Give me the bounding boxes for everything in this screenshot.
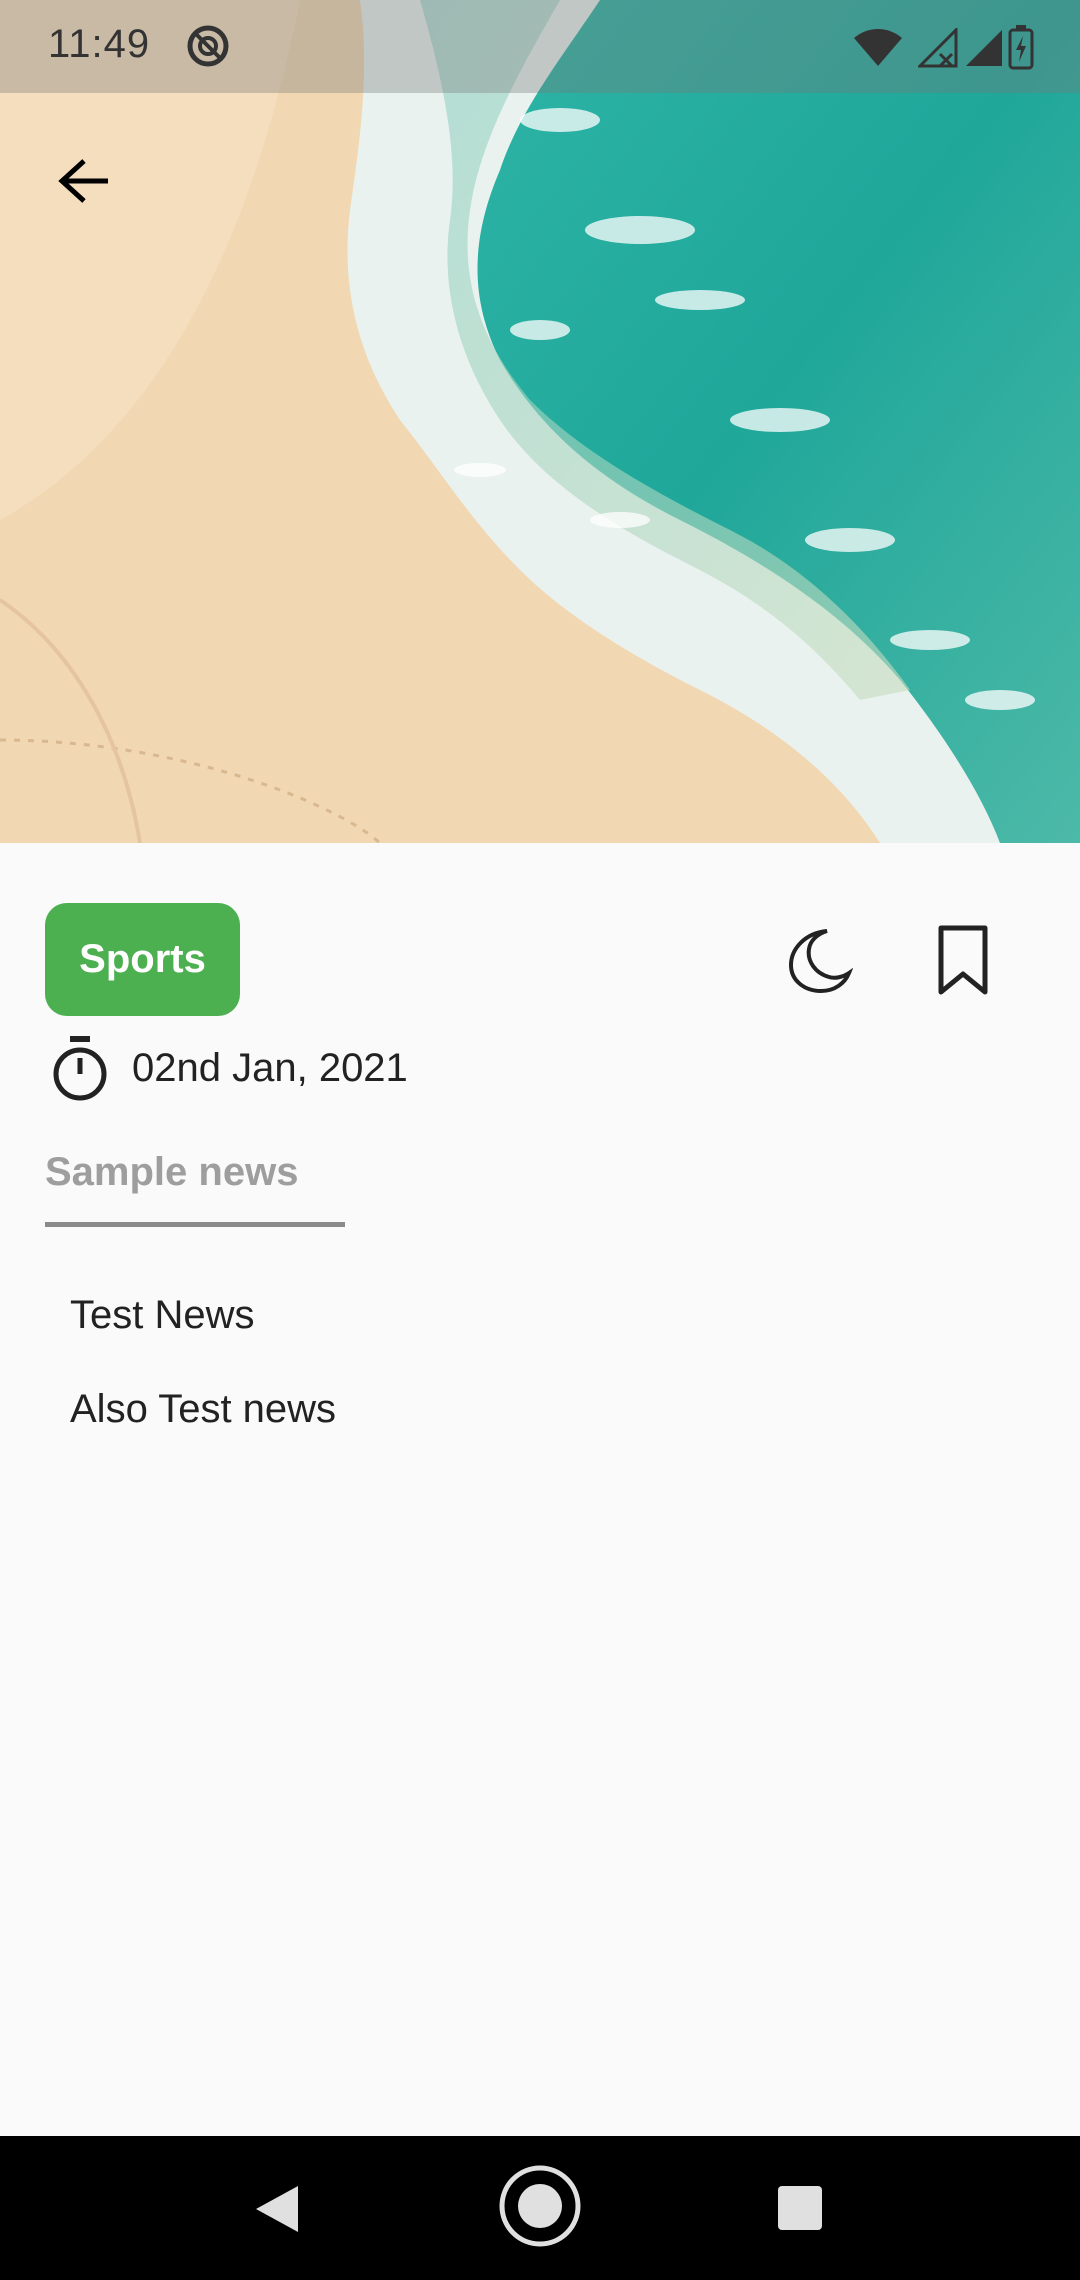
back-button[interactable]: [40, 136, 130, 226]
arrow-back-icon: [58, 159, 108, 203]
back-triangle-icon: [256, 2186, 298, 2232]
category-chip[interactable]: Sports: [45, 903, 240, 1016]
signal-icon: [964, 28, 1004, 73]
nav-back-button[interactable]: [250, 2182, 304, 2241]
stopwatch-icon: [53, 1036, 107, 1101]
hero-image: [0, 0, 1080, 843]
tab-indicator: [45, 1222, 345, 1227]
news-list: Test News Also Test news: [70, 1280, 336, 1468]
moon-icon: [788, 929, 853, 994]
category-label: Sports: [79, 937, 206, 981]
status-bar: 11:49: [0, 0, 1080, 93]
nav-recents-button[interactable]: [776, 2184, 824, 2237]
home-circle-icon: [499, 2165, 581, 2247]
navigation-bar: [0, 2136, 1080, 2280]
no-disturb-icon: [184, 22, 232, 75]
article-date: 02nd Jan, 2021: [132, 1045, 408, 1090]
wifi-icon: [848, 28, 908, 73]
date-row: 02nd Jan, 2021: [50, 1030, 408, 1106]
bookmark-icon: [938, 925, 988, 995]
list-item[interactable]: Also Test news: [70, 1374, 336, 1468]
screen: 11:49 Sports 02nd Jan, 2021 Sample news …: [0, 0, 1080, 2280]
list-item[interactable]: Test News: [70, 1280, 336, 1374]
nav-home-button[interactable]: [498, 2164, 582, 2253]
recents-square-icon: [778, 2186, 822, 2230]
tab-label: Sample news: [45, 1150, 299, 1194]
battery-charging-icon: [1008, 24, 1034, 75]
dark-mode-button[interactable]: [768, 910, 868, 1010]
bookmark-button[interactable]: [913, 910, 1013, 1010]
tab-sample-news[interactable]: Sample news: [45, 1140, 345, 1230]
status-time: 11:49: [48, 22, 151, 66]
beach-aerial-photo: [0, 0, 1080, 843]
signal-off-icon: [916, 26, 958, 73]
